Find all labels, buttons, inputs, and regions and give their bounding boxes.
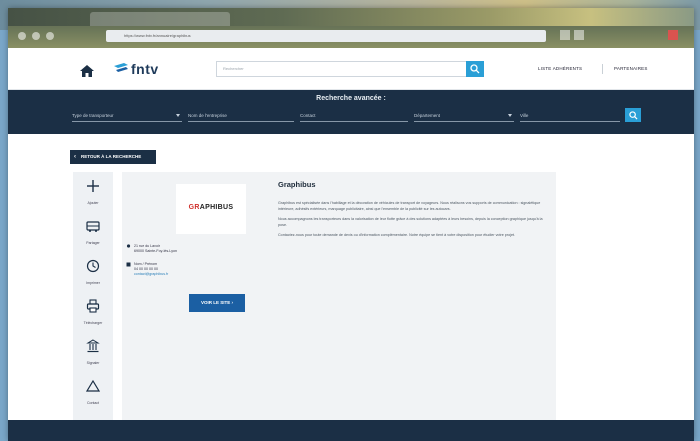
location-icon <box>126 244 131 248</box>
logo-rest: APHIBUS <box>199 204 234 211</box>
tool-download[interactable]: Télécharger <box>73 292 113 332</box>
transport-type-select[interactable]: Type de transporteur <box>72 110 182 122</box>
tool-label: Télécharger <box>83 321 103 325</box>
chevron-down-icon <box>176 114 180 117</box>
logo-mark-icon <box>114 63 128 72</box>
site-footer <box>8 420 694 441</box>
search-input[interactable]: Rechercher <box>216 61 480 77</box>
company-sidebar: GRAPHIBUS 21 rue du Lavoir 69000 Sainte-… <box>122 172 267 422</box>
maximize-icon[interactable] <box>574 30 584 40</box>
company-logo: GRAPHIBUS <box>176 184 246 234</box>
logo-prefix: GR <box>188 204 200 211</box>
browser-chrome: https://www.fntv.fr/annuaire/graphibus <box>8 8 694 48</box>
address-bar[interactable]: https://www.fntv.fr/annuaire/graphibus <box>106 30 546 42</box>
side-toolbar: Ajouter Partager Imprimer Télécharger Si… <box>73 172 113 422</box>
print-icon <box>86 299 100 313</box>
department-select[interactable]: Département <box>414 110 514 122</box>
close-icon[interactable] <box>668 30 678 40</box>
reload-icon[interactable] <box>46 32 54 40</box>
company-details: Graphibus Graphibus est spécialisée dans… <box>278 180 548 244</box>
plus-icon <box>87 180 99 192</box>
building-icon <box>86 339 100 353</box>
advanced-search-title: Recherche avancée : <box>316 95 386 102</box>
field-label: Contact <box>300 113 316 118</box>
search-icon <box>629 111 638 120</box>
field-label: Nom de l'entreprise <box>188 113 227 118</box>
tab-strip <box>8 8 694 26</box>
tool-print[interactable]: Imprimer <box>73 252 113 292</box>
advanced-search-button[interactable] <box>625 108 641 122</box>
browser-tab[interactable] <box>90 12 230 26</box>
forward-nav-icon[interactable] <box>32 32 40 40</box>
city-field[interactable]: Ville <box>520 110 620 122</box>
company-description: Nous accompagnons les transporteurs dans… <box>278 217 543 227</box>
field-label: Département <box>414 113 441 118</box>
back-nav-icon[interactable] <box>18 32 26 40</box>
company-card: GRAPHIBUS 21 rue du Lavoir 69000 Sainte-… <box>122 172 556 422</box>
search-button[interactable] <box>466 61 484 77</box>
members-link[interactable]: LISTE ADHÉRENTS <box>538 66 582 71</box>
phone-icon <box>126 262 131 267</box>
contact-field[interactable]: Contact <box>300 110 408 122</box>
tool-label: Imprimer <box>86 281 100 285</box>
tool-report[interactable]: Signaler <box>73 332 113 372</box>
advanced-search-bar: Recherche avancée : Type de transporteur… <box>8 90 694 134</box>
home-icon[interactable] <box>80 65 94 77</box>
company-description: Contactez-nous pour toute demande de dev… <box>278 233 516 238</box>
chevron-down-icon <box>508 114 512 117</box>
field-label: Type de transporteur <box>72 113 114 118</box>
email-link[interactable]: contact@graphibus.fr <box>134 272 168 277</box>
main-content: ‹ RETOUR À LA RECHERCHE Ajouter Partager <box>8 134 694 422</box>
field-label: Ville <box>520 113 529 118</box>
site-header: fntv Rechercher LISTE ADHÉRENTS PARTENAI… <box>8 48 694 90</box>
company-address: 21 rue du Lavoir 69000 Sainte-Foy-lès-Ly… <box>126 244 178 254</box>
site-logo[interactable]: fntv <box>114 60 159 78</box>
tool-label: Partager <box>86 241 100 245</box>
clock-icon <box>86 259 100 273</box>
company-name: Graphibus <box>278 180 316 189</box>
tool-label: Contact <box>86 401 100 405</box>
company-description: Graphibus est spécialisée dans l'habilla… <box>278 201 541 211</box>
tool-contact[interactable]: Contact <box>73 372 113 412</box>
chevron-left-icon: ‹ <box>74 154 76 160</box>
search-icon <box>470 64 480 74</box>
tool-share[interactable]: Partager <box>73 212 113 252</box>
browser-window: https://www.fntv.fr/annuaire/graphibus f… <box>8 8 694 441</box>
logo-text: fntv <box>131 61 159 77</box>
header-divider <box>602 64 603 74</box>
back-button-label: RETOUR À LA RECHERCHE <box>81 154 142 159</box>
tool-label: Ajouter <box>87 201 99 205</box>
address-line: 69000 Sainte-Foy-lès-Lyon <box>134 249 178 253</box>
back-to-search-button[interactable]: ‹ RETOUR À LA RECHERCHE <box>70 150 156 164</box>
minimize-icon[interactable] <box>560 30 570 40</box>
company-logo-text: GRAPHIBUS <box>176 204 246 211</box>
partners-link[interactable]: PARTENAIRES <box>614 66 648 71</box>
tool-add[interactable]: Ajouter <box>73 172 113 212</box>
visit-website-button[interactable]: VOIR LE SITE › <box>189 294 245 312</box>
bus-icon <box>86 221 100 232</box>
triangle-icon <box>85 379 101 392</box>
tool-label: Signaler <box>86 361 100 365</box>
visit-button-label: VOIR LE SITE <box>200 300 231 305</box>
company-contact: Nom / Prénom 04 00 00 00 00 contact@grap… <box>126 262 168 277</box>
company-name-field[interactable]: Nom de l'entreprise <box>188 110 294 122</box>
